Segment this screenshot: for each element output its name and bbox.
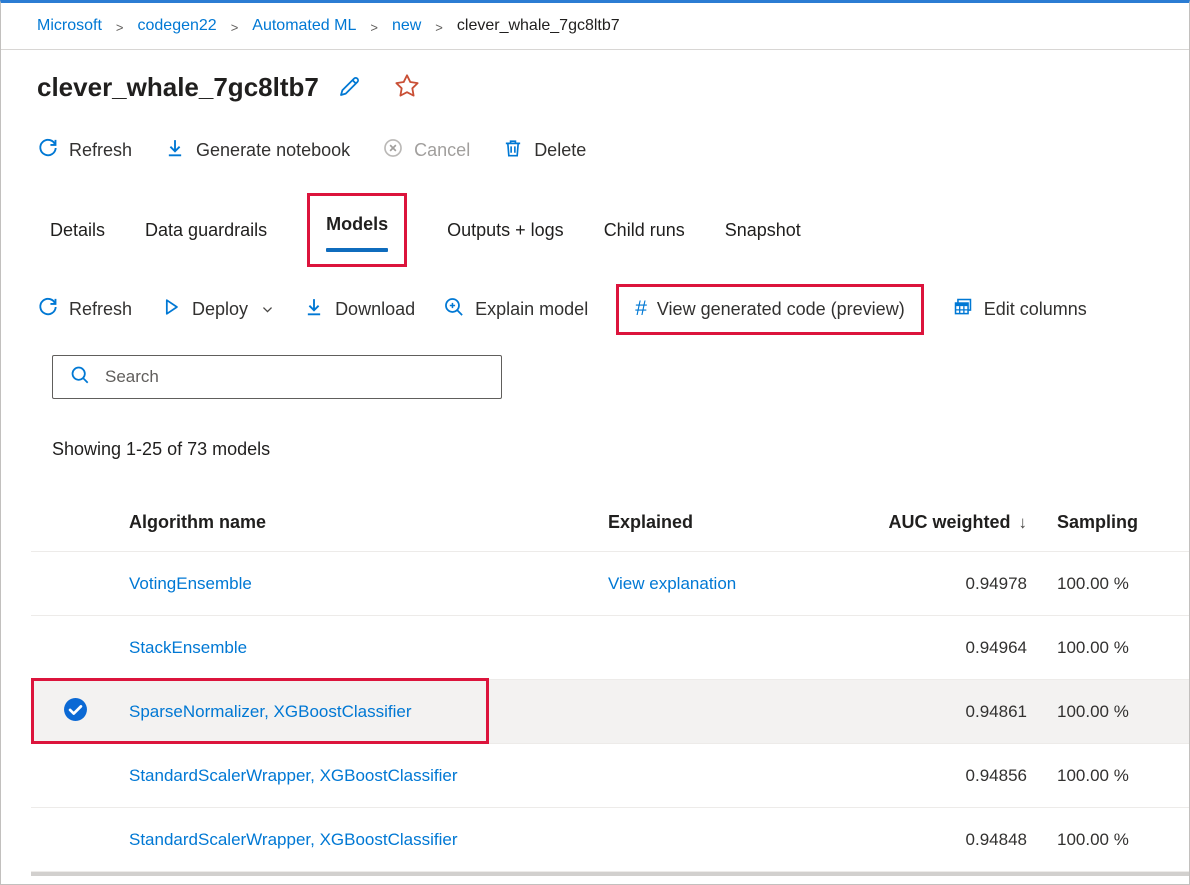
auc-value: 0.94978 bbox=[878, 574, 1027, 594]
tab-bar: Details Data guardrails Models Outputs +… bbox=[50, 187, 1189, 273]
annotation-box-view-generated-code: # View generated code (preview) bbox=[616, 284, 924, 335]
download-arrow-icon bbox=[303, 296, 325, 323]
sampling-value: 100.00 % bbox=[1027, 574, 1190, 594]
edit-columns-button[interactable]: Edit columns bbox=[952, 296, 1087, 323]
hash-icon: # bbox=[635, 299, 647, 319]
generate-notebook-label: Generate notebook bbox=[196, 140, 350, 161]
deploy-label: Deploy bbox=[192, 299, 248, 320]
explain-model-label: Explain model bbox=[475, 299, 588, 320]
tab-snapshot[interactable]: Snapshot bbox=[725, 220, 801, 241]
table-row[interactable]: VotingEnsemble View explanation 0.94978 … bbox=[31, 552, 1190, 616]
sampling-value: 100.00 % bbox=[1027, 702, 1190, 722]
refresh-models-button[interactable]: Refresh bbox=[37, 296, 132, 323]
refresh-icon bbox=[37, 137, 59, 164]
view-generated-code-label: View generated code (preview) bbox=[657, 299, 905, 320]
auc-value: 0.94856 bbox=[878, 766, 1027, 786]
algorithm-link[interactable]: StandardScalerWrapper, XGBoostClassifier bbox=[129, 830, 458, 849]
tab-outputs-logs[interactable]: Outputs + logs bbox=[447, 220, 564, 241]
breadcrumb-link-automated-ml[interactable]: Automated ML bbox=[252, 17, 356, 35]
sort-descending-icon: ↓ bbox=[1019, 513, 1028, 532]
tab-models[interactable]: Models bbox=[326, 214, 388, 252]
algorithm-link[interactable]: SparseNormalizer, XGBoostClassifier bbox=[129, 702, 411, 721]
cancel-label: Cancel bbox=[414, 140, 470, 161]
search-box bbox=[52, 355, 502, 399]
search-input[interactable] bbox=[103, 366, 489, 388]
breadcrumb-link-microsoft[interactable]: Microsoft bbox=[37, 17, 102, 35]
tab-child-runs[interactable]: Child runs bbox=[604, 220, 685, 241]
edit-run-name-button[interactable] bbox=[337, 74, 362, 102]
search-icon bbox=[69, 364, 91, 391]
algorithm-link[interactable]: VotingEnsemble bbox=[129, 574, 252, 593]
auc-value: 0.94861 bbox=[878, 702, 1027, 722]
table-header-row: Algorithm name Explained AUC weighted ↓ S… bbox=[31, 494, 1190, 552]
breadcrumb-separator-icon: > bbox=[435, 20, 443, 35]
auc-value: 0.94848 bbox=[878, 830, 1027, 850]
refresh-label: Refresh bbox=[69, 140, 132, 161]
tab-details[interactable]: Details bbox=[50, 220, 105, 241]
breadcrumb-current: clever_whale_7gc8ltb7 bbox=[457, 17, 620, 35]
tab-models-label: Models bbox=[326, 214, 388, 234]
refresh-run-button[interactable]: Refresh bbox=[37, 137, 132, 164]
automated-ml-run-page: Microsoft > codegen22 > Automated ML > n… bbox=[0, 0, 1190, 885]
download-button[interactable]: Download bbox=[303, 296, 415, 323]
selected-checkmark-icon[interactable] bbox=[63, 697, 88, 727]
sampling-value: 100.00 % bbox=[1027, 830, 1190, 850]
refresh-icon bbox=[37, 296, 59, 323]
table-columns-icon bbox=[952, 296, 974, 323]
auc-value: 0.94964 bbox=[878, 638, 1027, 658]
cancel-circle-x-icon bbox=[382, 137, 404, 164]
table-row[interactable]: StandardScalerWrapper, XGBoostClassifier… bbox=[31, 744, 1190, 808]
generate-notebook-button[interactable]: Generate notebook bbox=[164, 137, 350, 164]
magnifier-plus-icon bbox=[443, 296, 465, 323]
deploy-button[interactable]: Deploy bbox=[160, 296, 275, 323]
explain-model-button[interactable]: Explain model bbox=[443, 296, 588, 323]
algorithm-link[interactable]: StackEnsemble bbox=[129, 638, 247, 657]
chevron-down-icon bbox=[260, 302, 275, 317]
algorithm-link[interactable]: StandardScalerWrapper, XGBoostClassifier bbox=[129, 766, 458, 785]
star-icon bbox=[394, 73, 420, 102]
column-header-sampling[interactable]: Sampling bbox=[1027, 512, 1190, 533]
breadcrumb: Microsoft > codegen22 > Automated ML > n… bbox=[1, 3, 1189, 50]
play-icon bbox=[160, 296, 182, 323]
breadcrumb-separator-icon: > bbox=[231, 20, 239, 35]
sampling-value: 100.00 % bbox=[1027, 638, 1190, 658]
page-title: clever_whale_7gc8ltb7 bbox=[37, 72, 319, 103]
annotation-box-models-tab: Models bbox=[307, 193, 407, 267]
title-row: clever_whale_7gc8ltb7 bbox=[37, 72, 1189, 103]
edit-columns-label: Edit columns bbox=[984, 299, 1087, 320]
delete-run-button[interactable]: Delete bbox=[502, 137, 586, 164]
auc-weighted-label: AUC weighted bbox=[888, 512, 1010, 532]
trash-icon bbox=[502, 137, 524, 164]
column-header-auc-weighted[interactable]: AUC weighted ↓ bbox=[878, 512, 1027, 533]
view-explanation-link[interactable]: View explanation bbox=[608, 574, 736, 593]
delete-label: Delete bbox=[534, 140, 586, 161]
download-label: Download bbox=[335, 299, 415, 320]
column-header-algorithm-name[interactable]: Algorithm name bbox=[129, 512, 608, 533]
table-row[interactable]: StackEnsemble 0.94964 100.00 % bbox=[31, 616, 1190, 680]
results-summary: Showing 1-25 of 73 models bbox=[52, 439, 1189, 460]
view-generated-code-button[interactable]: # View generated code (preview) bbox=[635, 299, 905, 320]
table-row[interactable]: StandardScalerWrapper, XGBoostClassifier… bbox=[31, 808, 1190, 872]
run-toolbar: Refresh Generate notebook Cancel bbox=[37, 129, 1189, 171]
breadcrumb-link-codegen22[interactable]: codegen22 bbox=[138, 17, 217, 35]
favorite-button[interactable] bbox=[394, 73, 420, 102]
pencil-icon bbox=[337, 74, 362, 102]
tab-data-guardrails[interactable]: Data guardrails bbox=[145, 220, 267, 241]
cancel-run-button: Cancel bbox=[382, 137, 470, 164]
column-header-explained[interactable]: Explained bbox=[608, 512, 878, 533]
download-arrow-icon bbox=[164, 137, 186, 164]
breadcrumb-separator-icon: > bbox=[370, 20, 378, 35]
active-tab-underline bbox=[326, 248, 388, 252]
models-table: Algorithm name Explained AUC weighted ↓ S… bbox=[31, 494, 1190, 872]
bottom-divider bbox=[31, 872, 1190, 876]
breadcrumb-separator-icon: > bbox=[116, 20, 124, 35]
sampling-value: 100.00 % bbox=[1027, 766, 1190, 786]
refresh-label: Refresh bbox=[69, 299, 132, 320]
row-select-cell[interactable] bbox=[31, 697, 129, 727]
models-toolbar: Refresh Deploy Download bbox=[37, 275, 1189, 343]
breadcrumb-link-new[interactable]: new bbox=[392, 17, 421, 35]
table-row-selected[interactable]: SparseNormalizer, XGBoostClassifier 0.94… bbox=[31, 680, 1190, 744]
